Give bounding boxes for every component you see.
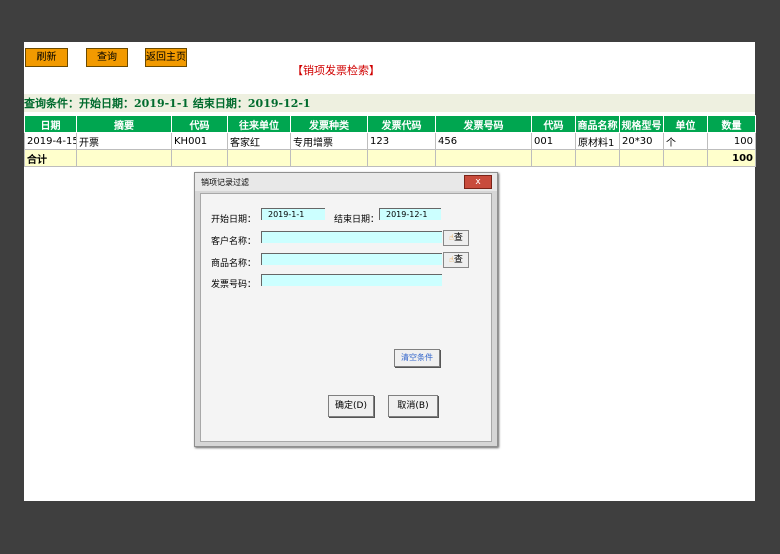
table-cell[interactable]: 456 (435, 132, 532, 150)
start-date-label: 开始日期： (211, 215, 257, 225)
customer-label: 客户名称： (211, 237, 257, 247)
total-row: 合计 100 (24, 149, 756, 167)
col-header[interactable]: 商品名称 (575, 115, 620, 133)
col-header[interactable]: 摘要 (76, 115, 172, 133)
product-label: 商品名称： (211, 259, 257, 269)
col-header[interactable]: 发票代码 (367, 115, 436, 133)
customer-lookup-button[interactable]: ☝查 (443, 230, 469, 246)
dialog-body: 开始日期： 2019-1-1 结束日期： 2019-12-1 客户名称： ☝查 … (200, 193, 492, 442)
query-button[interactable]: 查询 (86, 48, 128, 67)
col-header[interactable]: 发票号码 (435, 115, 532, 133)
table-cell[interactable]: KH001 (171, 132, 228, 150)
table-cell[interactable]: 001 (531, 132, 576, 150)
table-cell[interactable]: 原材料1 (575, 132, 620, 150)
table-cell[interactable]: 2019-4-15 (24, 132, 77, 150)
filter-dialog: 销项记录过滤 x 开始日期： 2019-1-1 结束日期： 2019-12-1 … (194, 172, 498, 447)
start-date-field[interactable]: 2019-1-1 (261, 208, 325, 220)
col-header[interactable]: 日期 (24, 115, 77, 133)
col-header[interactable]: 单位 (663, 115, 708, 133)
invoice-number-label: 发票号码： (211, 280, 257, 290)
col-header[interactable]: 规格型号 (619, 115, 664, 133)
invoice-table: 日期 摘要 代码 往来单位 发票种类 发票代码 发票号码 代码 商品名称 规格型… (24, 115, 756, 167)
table-cell[interactable]: 客家红 (227, 132, 291, 150)
table-row: 2019-4-15 开票 KH001 客家红 专用增票 123 456 001 … (24, 132, 756, 150)
table-cell[interactable]: 个 (663, 132, 708, 150)
col-header[interactable]: 往来单位 (227, 115, 291, 133)
table-cell[interactable]: 123 (367, 132, 436, 150)
end-date-field[interactable]: 2019-12-1 (379, 208, 441, 220)
refresh-button[interactable]: 刷新 (25, 48, 68, 67)
invoice-number-field[interactable] (261, 274, 442, 286)
col-header[interactable]: 数量 (707, 115, 756, 133)
total-quantity: 100 (707, 149, 756, 167)
col-header[interactable]: 代码 (171, 115, 228, 133)
end-date-label: 结束日期： (334, 215, 380, 225)
col-header[interactable]: 代码 (531, 115, 576, 133)
query-condition: 查询条件：开始日期：2019-1-1 结束日期：2019-12-1 (24, 94, 755, 112)
table-cell[interactable]: 100 (707, 132, 756, 150)
product-field[interactable] (261, 253, 442, 265)
total-label: 合计 (24, 149, 77, 167)
close-button[interactable]: x (464, 175, 492, 189)
table-header: 日期 摘要 代码 往来单位 发票种类 发票代码 发票号码 代码 商品名称 规格型… (24, 115, 756, 133)
clear-conditions-button[interactable]: 清空条件 (394, 349, 440, 367)
cancel-button[interactable]: 取消(B) (388, 395, 438, 417)
page-title: 【销项发票检索】 (292, 64, 380, 77)
col-header[interactable]: 发票种类 (290, 115, 368, 133)
table-cell[interactable]: 开票 (76, 132, 172, 150)
table-cell[interactable]: 专用增票 (290, 132, 368, 150)
dialog-title: 销项记录过滤 (201, 178, 249, 187)
table-cell[interactable]: 20*30 (619, 132, 664, 150)
home-button[interactable]: 返回主页 (145, 48, 187, 67)
customer-field[interactable] (261, 231, 442, 243)
dialog-titlebar[interactable]: 销项记录过滤 x (195, 173, 497, 191)
ok-button[interactable]: 确定(D) (328, 395, 374, 417)
product-lookup-button[interactable]: ☝查 (443, 252, 469, 268)
